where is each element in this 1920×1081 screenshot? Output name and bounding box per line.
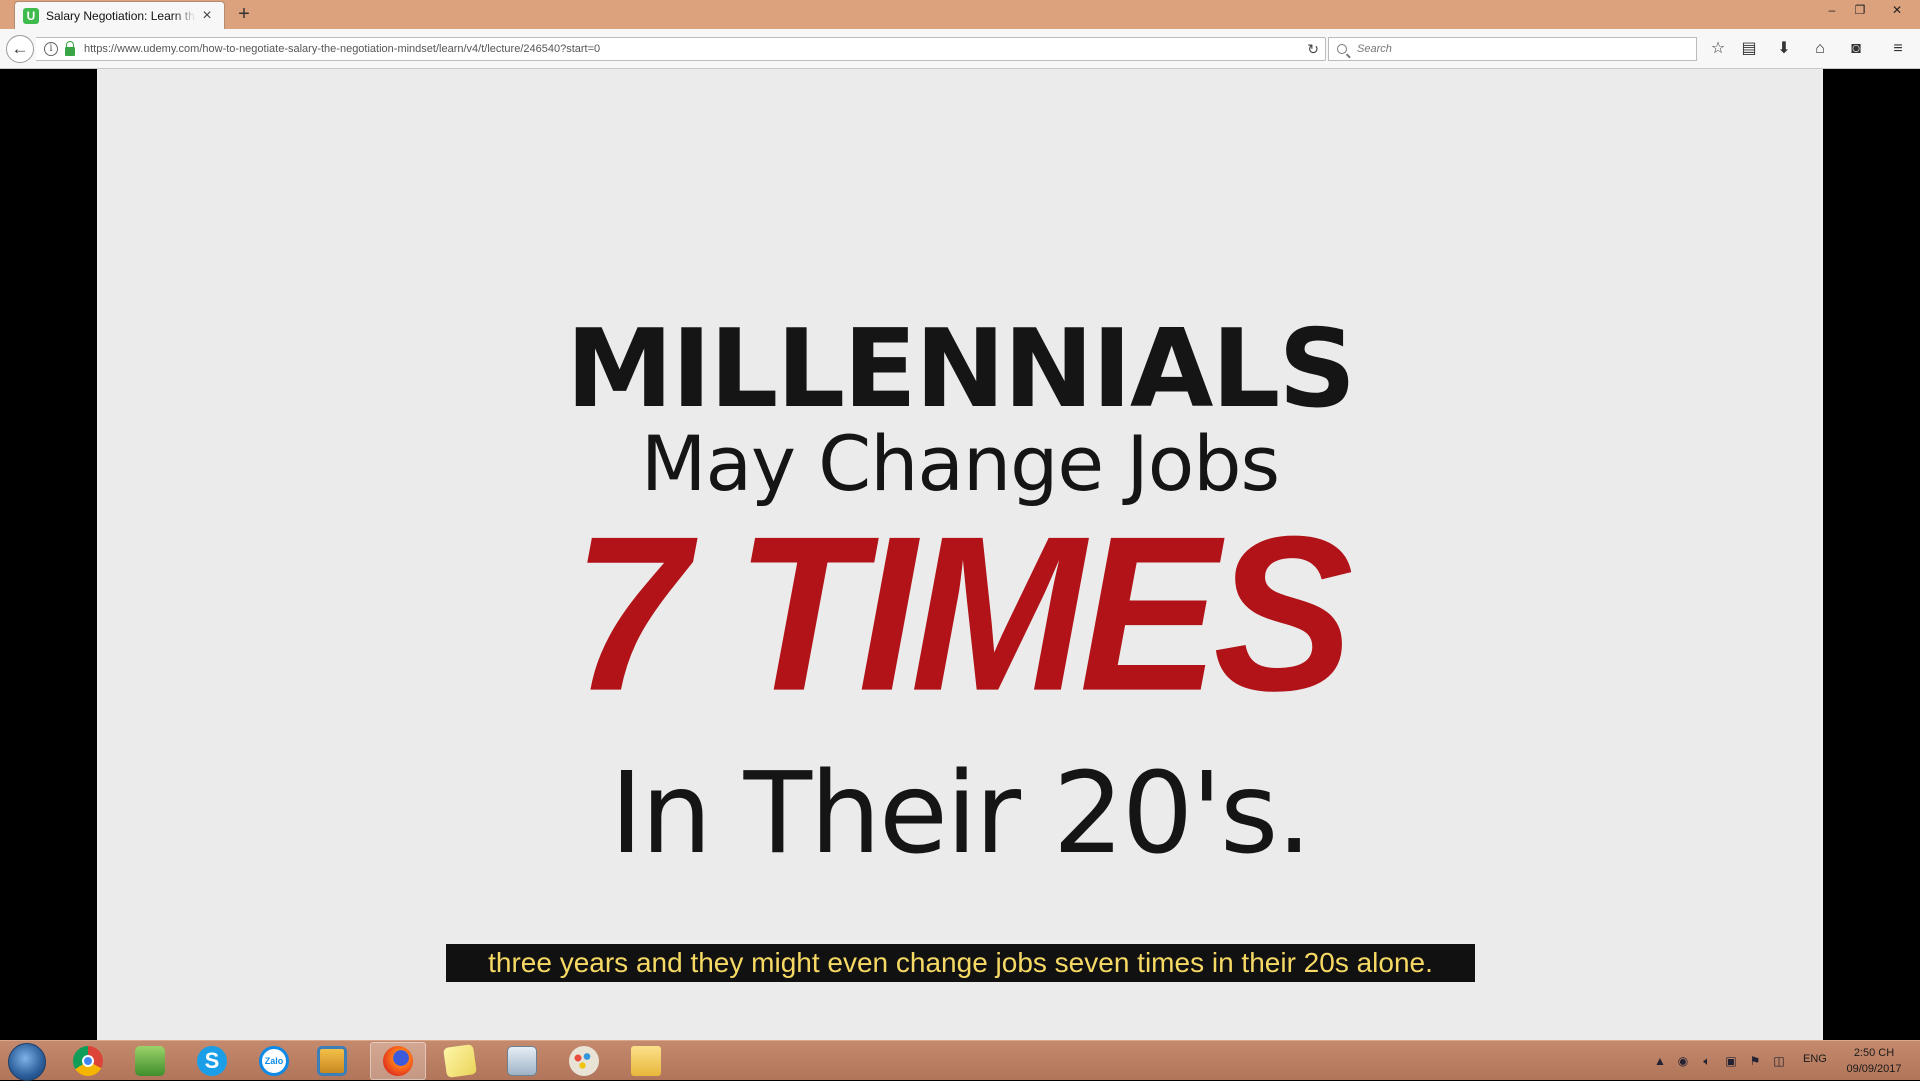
download-icon[interactable]: ⬇ xyxy=(1772,37,1796,61)
bookmark-star-icon[interactable]: ☆ xyxy=(1706,37,1730,61)
clock-time: 2:50 CH xyxy=(1853,1047,1895,1059)
nav-bar: ← i https://www.udemy.com/how-to-negotia… xyxy=(0,29,1920,69)
search-input[interactable]: Search xyxy=(1328,37,1697,61)
notepad-taskbar-button[interactable] xyxy=(122,1042,178,1080)
show-hidden-icons-icon[interactable]: ▲ xyxy=(1652,1053,1668,1069)
file-explorer-taskbar-button[interactable] xyxy=(618,1042,674,1080)
minimize-button[interactable]: – xyxy=(1818,0,1846,20)
home-icon[interactable]: ⌂ xyxy=(1808,37,1832,61)
video-frame: MILLENNIALS May Change Jobs 7 TIMES In T… xyxy=(97,69,1823,1040)
screen-icon[interactable]: ▣ xyxy=(1723,1053,1739,1069)
pocket-icon[interactable]: ◙ xyxy=(1844,37,1868,61)
zalo-icon: Zalo xyxy=(259,1046,289,1076)
network-monitor-taskbar-button[interactable] xyxy=(494,1042,550,1080)
back-icon: ← xyxy=(11,39,29,58)
folder-icon xyxy=(631,1046,661,1076)
sync-icon[interactable]: ◉ xyxy=(1675,1053,1691,1069)
reload-icon[interactable]: ↻ xyxy=(1307,41,1319,58)
zalo-taskbar-button[interactable]: Zalo xyxy=(246,1042,302,1080)
skype-icon: S xyxy=(197,1046,227,1076)
restore-button[interactable]: ❐ xyxy=(1846,0,1874,20)
menu-icon[interactable]: ≡ xyxy=(1886,37,1910,61)
notepad-icon xyxy=(135,1046,165,1076)
clock[interactable]: 2:50 CH 09/09/2017 xyxy=(1832,1045,1916,1077)
new-tab-button[interactable]: + xyxy=(234,4,254,24)
clock-date: 09/09/2017 xyxy=(1846,1063,1902,1075)
firefox-icon xyxy=(383,1046,413,1076)
skype-taskbar-button[interactable]: S xyxy=(184,1042,240,1080)
taskbar: S Zalo ▲ ◉ 🔈︎ ▣ ⚑ ◫ ENG 2:50 CH 09/09/20… xyxy=(0,1040,1920,1081)
paint-icon xyxy=(569,1046,599,1076)
browser-tab[interactable]: U Salary Negotiation: Learn the × xyxy=(14,1,225,30)
video-player[interactable]: MILLENNIALS May Change Jobs 7 TIMES In T… xyxy=(0,69,1920,1040)
caption-box: three years and they might even change j… xyxy=(446,944,1475,982)
start-orb-icon[interactable] xyxy=(8,1043,46,1081)
lock-icon xyxy=(65,40,75,56)
info-icon[interactable]: i xyxy=(44,42,58,56)
caption-text: three years and they might even change j… xyxy=(488,947,1433,978)
search-icon xyxy=(1337,44,1347,54)
chrome-taskbar-button[interactable] xyxy=(60,1042,116,1080)
chrome-icon xyxy=(73,1046,103,1076)
url-bar[interactable]: i https://www.udemy.com/how-to-negotiate… xyxy=(36,37,1326,61)
search-placeholder: Search xyxy=(1357,43,1392,55)
back-button[interactable]: ← xyxy=(6,35,34,63)
close-window-button[interactable]: ✕ xyxy=(1874,0,1920,20)
udemy-favicon-icon: U xyxy=(23,8,39,24)
slide-highlight: 7 TIMES xyxy=(572,490,1354,737)
language-indicator[interactable]: ENG xyxy=(1803,1053,1827,1065)
tab-close-icon[interactable]: × xyxy=(199,8,215,24)
slide-headline: MILLENNIALS xyxy=(565,307,1356,432)
network-monitor-icon xyxy=(507,1046,537,1076)
title-bar: U Salary Negotiation: Learn the × + – ❐ … xyxy=(0,0,1920,30)
sticky-notes-icon xyxy=(443,1044,477,1078)
url-text[interactable]: https://www.udemy.com/how-to-negotiate-s… xyxy=(84,43,600,55)
network-icon[interactable]: ◫ xyxy=(1771,1053,1787,1069)
firefox-taskbar-button[interactable] xyxy=(370,1042,426,1080)
reading-list-icon[interactable]: ▤ xyxy=(1737,37,1761,61)
sticky-notes-taskbar-button[interactable] xyxy=(432,1042,488,1080)
photo-viewer-taskbar-button[interactable] xyxy=(304,1042,360,1080)
tab-title: Salary Negotiation: Learn the xyxy=(46,9,196,23)
photo-viewer-icon xyxy=(317,1046,347,1076)
volume-icon[interactable]: 🔈︎ xyxy=(1699,1053,1715,1069)
paint-taskbar-button[interactable] xyxy=(556,1042,612,1080)
flag-icon[interactable]: ⚑ xyxy=(1747,1053,1763,1069)
slide-footer-line: In Their 20's. xyxy=(610,749,1312,879)
